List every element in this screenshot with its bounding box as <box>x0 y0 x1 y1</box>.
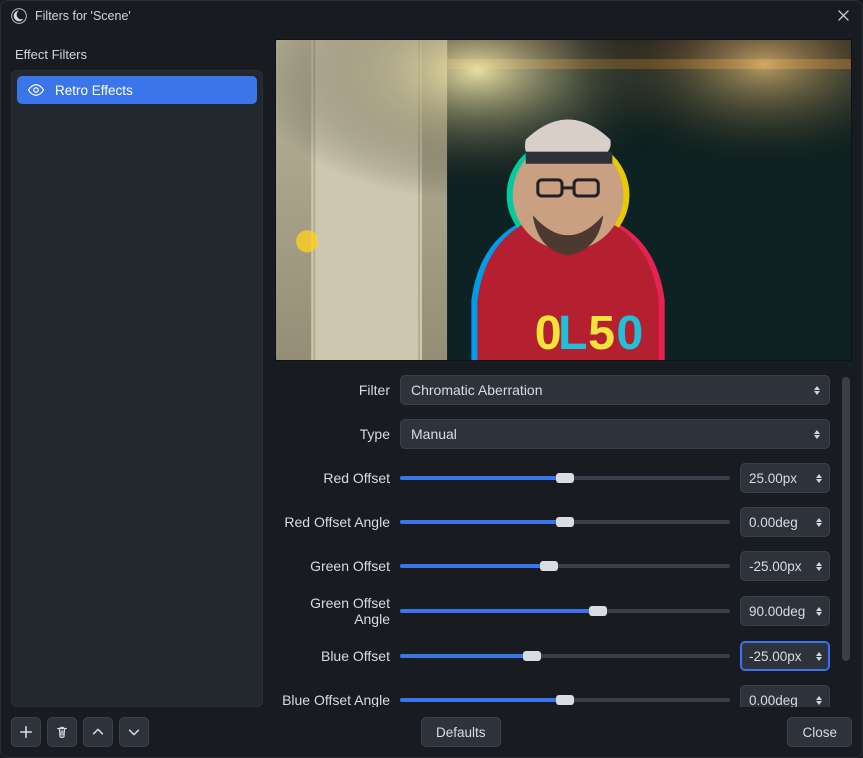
slider-row: Blue Offset -25.00px <box>275 641 830 671</box>
params-scroll-area: Filter Chromatic Aberration Type Manual <box>275 375 852 707</box>
filters-window: Filters for 'Scene' Effect Filters Retro… <box>0 0 863 758</box>
svg-text:0: 0 <box>616 306 643 360</box>
move-up-button[interactable] <box>83 717 113 747</box>
spinbox[interactable]: -25.00px <box>740 641 830 671</box>
slider-thumb[interactable] <box>589 606 607 616</box>
filter-select-value: Chromatic Aberration <box>411 382 543 398</box>
type-select-row: Type Manual <box>275 419 830 449</box>
slider-thumb[interactable] <box>556 473 574 483</box>
slider[interactable] <box>400 469 730 487</box>
slider[interactable] <box>400 602 730 620</box>
window-title: Filters for 'Scene' <box>35 9 830 23</box>
defaults-button[interactable]: Defaults <box>421 717 501 747</box>
close-button-label: Close <box>802 725 837 740</box>
updown-icon <box>811 379 823 401</box>
slider-row: Green Offset Angle 90.00deg <box>275 595 830 627</box>
filter-item-retro-effects[interactable]: Retro Effects <box>17 76 257 104</box>
slider-thumb[interactable] <box>540 561 558 571</box>
type-select[interactable]: Manual <box>400 419 830 449</box>
slider-thumb[interactable] <box>523 651 541 661</box>
slider-thumb[interactable] <box>556 517 574 527</box>
svg-text:L: L <box>558 306 588 360</box>
slider[interactable] <box>400 513 730 531</box>
content-area: Effect Filters Retro Effects <box>1 31 862 707</box>
spinbox[interactable]: 0.00deg <box>740 685 830 707</box>
slider[interactable] <box>400 557 730 575</box>
filters-list[interactable]: Retro Effects <box>11 70 263 707</box>
slider[interactable] <box>400 691 730 707</box>
updown-icon[interactable] <box>813 467 825 489</box>
spinbox-value: 90.00deg <box>749 604 805 619</box>
spinbox[interactable]: 0.00deg <box>740 507 830 537</box>
svg-text:5: 5 <box>588 306 615 360</box>
slider-row: Green Offset -25.00px <box>275 551 830 581</box>
type-select-value: Manual <box>411 426 457 442</box>
type-label: Type <box>275 426 390 442</box>
scrollbar-thumb[interactable] <box>842 377 850 661</box>
spinbox-value: 0.00deg <box>749 693 798 708</box>
params-form: Filter Chromatic Aberration Type Manual <box>275 375 840 707</box>
sidebar: Effect Filters Retro Effects <box>11 37 263 707</box>
slider-thumb[interactable] <box>556 695 574 705</box>
spinbox[interactable]: 25.00px <box>740 463 830 493</box>
filter-select[interactable]: Chromatic Aberration <box>400 375 830 405</box>
defaults-button-label: Defaults <box>436 725 486 740</box>
slider-row: Blue Offset Angle 0.00deg <box>275 685 830 707</box>
updown-icon[interactable] <box>813 689 825 707</box>
eye-icon[interactable] <box>27 81 45 99</box>
spinbox-value: 0.00deg <box>749 515 798 530</box>
bottom-toolbar: Defaults Close <box>1 707 862 757</box>
slider-row: Red Offset 25.00px <box>275 463 830 493</box>
updown-icon <box>811 423 823 445</box>
updown-icon[interactable] <box>813 555 825 577</box>
spinbox-value: -25.00px <box>749 649 802 664</box>
window-close-button[interactable] <box>830 3 856 29</box>
spinbox-value: -25.00px <box>749 559 802 574</box>
delete-filter-button[interactable] <box>47 717 77 747</box>
add-filter-button[interactable] <box>11 717 41 747</box>
params-scrollbar[interactable] <box>840 375 852 707</box>
close-button[interactable]: Close <box>787 717 852 747</box>
slider-label: Green Offset <box>275 558 390 574</box>
preview-frame: 0 L 5 0 <box>275 39 852 361</box>
titlebar: Filters for 'Scene' <box>1 1 862 31</box>
updown-icon[interactable] <box>813 645 825 667</box>
sidebar-section-label: Effect Filters <box>11 37 263 70</box>
right-panel: 0 L 5 0 Filter Chromatic Aberration <box>275 37 852 707</box>
filter-item-label: Retro Effects <box>55 83 133 98</box>
slider-label: Green Offset Angle <box>275 595 390 627</box>
spinbox-value: 25.00px <box>749 471 797 486</box>
slider[interactable] <box>400 647 730 665</box>
spinbox[interactable]: 90.00deg <box>740 596 830 626</box>
slider-label: Red Offset Angle <box>275 514 390 530</box>
filter-label: Filter <box>275 382 390 398</box>
move-down-button[interactable] <box>119 717 149 747</box>
slider-label: Red Offset <box>275 470 390 486</box>
filter-select-row: Filter Chromatic Aberration <box>275 375 830 405</box>
slider-label: Blue Offset Angle <box>275 692 390 707</box>
updown-icon[interactable] <box>813 600 825 622</box>
slider-label: Blue Offset <box>275 648 390 664</box>
updown-icon[interactable] <box>813 511 825 533</box>
slider-row: Red Offset Angle 0.00deg <box>275 507 830 537</box>
obs-icon <box>11 8 27 24</box>
spinbox[interactable]: -25.00px <box>740 551 830 581</box>
